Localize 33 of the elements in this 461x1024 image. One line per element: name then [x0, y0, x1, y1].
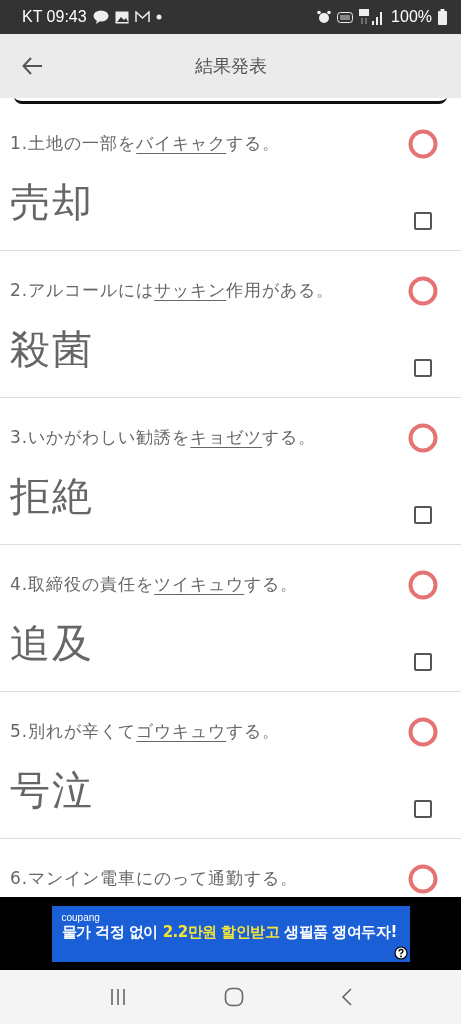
checkbox[interactable] — [414, 653, 432, 671]
help-icon[interactable] — [393, 945, 408, 960]
question-text: 2.アルコールにはサッキン作用がある。 — [10, 279, 336, 302]
mail-icon — [134, 11, 150, 23]
ad-text: 물가 걱정 없이 2.2만원 할인받고 생필품 쟁여두자! — [61, 922, 398, 942]
question-text: 3.いかがわしい勧誘を キョゼツする。 — [10, 426, 318, 449]
home-button[interactable] — [223, 987, 244, 1007]
answer-text: 追及 — [10, 619, 95, 668]
checkbox[interactable] — [414, 359, 432, 377]
answer-text: 号泣 — [10, 766, 95, 815]
battery-percent: 100% — [391, 8, 432, 26]
answer-text: 殺菌 — [10, 325, 95, 374]
question-text: 6.マンイン電車にのって通勤する。 — [10, 867, 300, 890]
question-text: 4.取締役の責任を ツイキュウする。 — [10, 573, 300, 596]
carrier-time: KT 09:43 — [22, 8, 87, 26]
back-nav-button[interactable] — [340, 987, 353, 1007]
answer-text: 売却 — [10, 178, 95, 227]
checkbox[interactable] — [414, 506, 432, 524]
page-title: 結果発表 — [193, 54, 268, 78]
checkbox[interactable] — [414, 212, 432, 230]
ad-banner[interactable]: coupang 물가 걱정 없이 2.2만원 할인받고 생필품 쟁여두자! — [51, 905, 410, 962]
ad-brand: coupang — [61, 911, 101, 923]
dot-icon — [155, 14, 162, 20]
alarm-icon — [317, 10, 332, 24]
question-text: 5.別れが辛くて ゴウキュウする。 — [10, 720, 282, 743]
chat-bubble-icon — [92, 10, 109, 24]
image-icon — [114, 10, 129, 24]
hd-icon — [337, 11, 354, 23]
checkbox[interactable] — [414, 800, 432, 818]
question-text: 1.土地の一部をバイキャクする。 — [10, 132, 282, 155]
recent-apps-button[interactable] — [108, 988, 127, 1006]
answer-text: 拒絶 — [10, 472, 95, 521]
battery-icon — [438, 9, 447, 25]
